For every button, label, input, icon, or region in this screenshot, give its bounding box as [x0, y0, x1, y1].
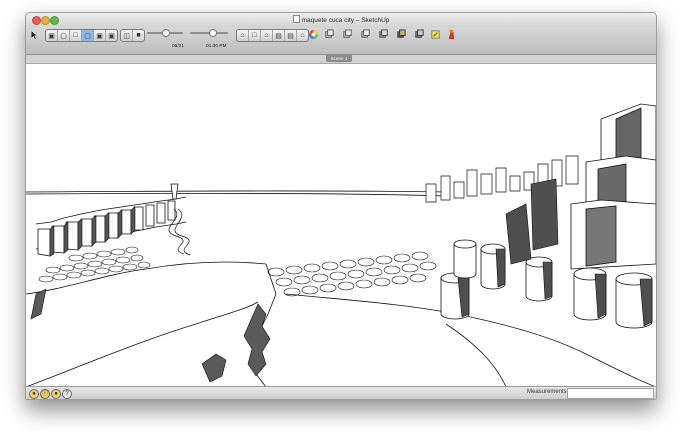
layers-icon[interactable] — [342, 29, 353, 40]
top-icon[interactable]: □ — [249, 30, 261, 41]
notes-icon[interactable] — [430, 29, 441, 40]
back-icon[interactable]: ⌂ — [297, 30, 308, 41]
outliner-icon[interactable] — [360, 29, 371, 40]
extension-warehouse-icon[interactable] — [446, 29, 457, 40]
views-toolbar-group: ⌂ □ ⌂ ▤ ▤ ⌂ — [236, 29, 309, 42]
window-title: maquete cuca city – SketchUp — [26, 15, 656, 24]
xray-button[interactable]: ◫ — [121, 30, 133, 41]
right-icon[interactable]: ▤ — [285, 30, 297, 41]
help-icon[interactable]: ? — [62, 388, 72, 399]
component-icon[interactable] — [324, 29, 335, 40]
top-view-button[interactable]: ▢ — [58, 30, 70, 41]
time-slider-thumb[interactable] — [209, 29, 217, 37]
sketchup-window: maquete cuca city – SketchUp ▣ ▢ □ ▢ ▣ ▣… — [25, 12, 657, 400]
select-tool-icon[interactable] — [30, 30, 39, 40]
model-viewport[interactable] — [26, 64, 656, 387]
shaded-button[interactable]: ■ — [133, 30, 144, 41]
credits-icon[interactable]: ⓘ — [40, 388, 50, 399]
scene-tab[interactable]: Scene 1 — [326, 55, 352, 62]
scenes-icon[interactable] — [378, 29, 389, 40]
camera-views-group: ▣ ▢ □ ▢ ▣ ▣ — [45, 29, 118, 42]
iso-icon[interactable]: ⌂ — [237, 30, 249, 41]
shadow-time-label: 01:30 PM — [206, 44, 227, 49]
title-bar: maquete cuca city – SketchUp — [26, 13, 656, 27]
status-bar: ● ⓘ ● ? Measurements — [26, 386, 656, 399]
account-icon[interactable]: ● — [51, 388, 61, 399]
shadow-date-label: 06/21 — [172, 44, 185, 49]
main-toolbar: ▣ ▢ □ ▢ ▣ ▣ ◫ ■ 06/21 01:30 PM ⌂ □ ⌂ ▤ ▤ — [26, 27, 656, 55]
color-wheel-icon[interactable] — [308, 29, 319, 40]
left-view-button[interactable]: ▣ — [106, 30, 117, 41]
back-view-button[interactable]: ▣ — [94, 30, 106, 41]
shadows-icon[interactable] — [414, 29, 425, 40]
styles-icon[interactable] — [396, 29, 407, 40]
geolocation-icon[interactable]: ● — [29, 388, 39, 399]
right-view-button[interactable]: ▢ — [82, 30, 94, 41]
document-icon — [292, 15, 300, 23]
iso-view-button[interactable]: ▣ — [46, 30, 58, 41]
measurements-input[interactable] — [567, 388, 654, 399]
measurements-label: Measurements — [527, 389, 567, 395]
city-model-drawing — [26, 103, 656, 387]
front-icon[interactable]: ▤ — [273, 30, 285, 41]
date-slider-thumb[interactable] — [162, 29, 170, 37]
home-view-icon[interactable]: ⌂ — [261, 30, 273, 41]
face-style-group: ◫ ■ — [120, 29, 145, 42]
scene-tabs-bar: Scene 1 — [26, 55, 656, 64]
front-view-button[interactable]: □ — [70, 30, 82, 41]
